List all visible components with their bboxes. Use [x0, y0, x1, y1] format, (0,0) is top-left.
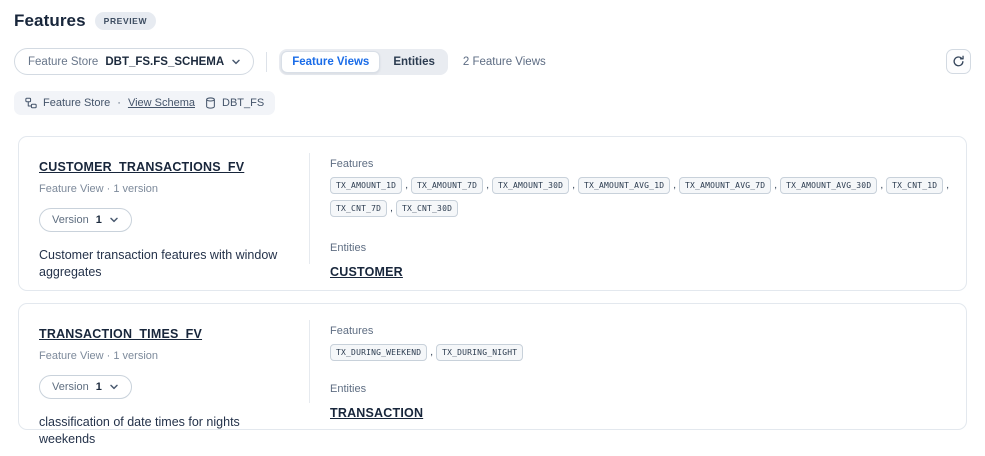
refresh-icon: [952, 55, 965, 68]
features-page: Features PREVIEW Feature Store DBT_FS.FS…: [0, 0, 985, 456]
feature-chip: TX_DURING_WEEKEND: [330, 344, 427, 361]
breadcrumb-prefix: Feature Store: [43, 97, 110, 109]
toolbar: Feature Store DBT_FS.FS_SCHEMA Feature V…: [14, 48, 971, 75]
feature-view-title-link[interactable]: CUSTOMER_TRANSACTIONS_FV: [39, 160, 244, 174]
database-icon: [205, 97, 216, 109]
entities-section-label: Entities: [330, 242, 950, 254]
comma-separator: ,: [572, 180, 575, 191]
feature-store-label: Feature Store: [28, 56, 98, 68]
features-section-label: Features: [330, 158, 950, 170]
comma-separator: ,: [430, 347, 433, 358]
feature-views-count: 2 Feature Views: [463, 56, 546, 68]
breadcrumb: Feature Store · View Schema DBT_FS: [14, 91, 275, 115]
tab-entities[interactable]: Entities: [382, 51, 446, 73]
feature-view-card: CUSTOMER_TRANSACTIONS_FV Feature View · …: [18, 136, 967, 291]
feature-chip: TX_CNT_7D: [330, 200, 387, 217]
feature-view-subtitle: Feature View · 1 version: [39, 350, 309, 362]
version-value: 1: [96, 381, 102, 393]
feature-chip: TX_CNT_30D: [396, 200, 458, 217]
toolbar-divider: [266, 52, 267, 72]
page-header: Features PREVIEW: [0, 0, 985, 31]
version-label: Version: [52, 381, 89, 393]
entity-link-list: CUSTOMER: [330, 263, 950, 281]
feature-view-subtitle: Feature View · 1 version: [39, 183, 309, 195]
feature-chip-list: TX_DURING_WEEKEND,TX_DURING_NIGHT: [330, 344, 950, 361]
feature-chip: TX_AMOUNT_1D: [330, 177, 402, 194]
chevron-down-icon: [231, 57, 241, 67]
schema-icon: [25, 97, 37, 109]
feature-view-title-link[interactable]: TRANSACTION_TIMES_FV: [39, 327, 202, 341]
card-right-column: Features TX_AMOUNT_1D,TX_AMOUNT_7D,TX_AM…: [310, 137, 966, 290]
comma-separator: ,: [880, 180, 883, 191]
comma-separator: ,: [673, 180, 676, 191]
comma-separator: ,: [390, 203, 393, 214]
view-switcher: Feature Views Entities: [279, 49, 448, 75]
feature-chip: TX_CNT_1D: [886, 177, 943, 194]
preview-badge: PREVIEW: [95, 12, 156, 30]
card-left-column: CUSTOMER_TRANSACTIONS_FV Feature View · …: [19, 137, 309, 290]
card-right-column: Features TX_DURING_WEEKEND,TX_DURING_NIG…: [310, 304, 966, 429]
feature-store-selector[interactable]: Feature Store DBT_FS.FS_SCHEMA: [14, 48, 254, 75]
feature-chip: TX_AMOUNT_AVG_7D: [679, 177, 771, 194]
comma-separator: ,: [486, 180, 489, 191]
chevron-down-icon: [109, 382, 119, 392]
refresh-button[interactable]: [946, 49, 971, 74]
comma-separator: ,: [405, 180, 408, 191]
tab-feature-views[interactable]: Feature Views: [281, 51, 380, 73]
chevron-down-icon: [109, 215, 119, 225]
feature-chip: TX_AMOUNT_30D: [492, 177, 569, 194]
comma-separator: ,: [774, 180, 777, 191]
entities-section-label: Entities: [330, 383, 950, 395]
version-label: Version: [52, 214, 89, 226]
card-left-column: TRANSACTION_TIMES_FV Feature View · 1 ve…: [19, 304, 309, 429]
feature-view-description: classification of date times for nights …: [39, 414, 289, 448]
feature-view-card: TRANSACTION_TIMES_FV Feature View · 1 ve…: [18, 303, 967, 430]
entity-link-list: TRANSACTION: [330, 404, 950, 422]
breadcrumb-database: DBT_FS: [222, 97, 264, 109]
feature-chip: TX_AMOUNT_AVG_1D: [578, 177, 670, 194]
view-schema-link[interactable]: View Schema: [128, 97, 195, 109]
breadcrumb-separator: ·: [117, 97, 121, 109]
entity-link[interactable]: CUSTOMER: [330, 265, 403, 279]
feature-chip-list: TX_AMOUNT_1D,TX_AMOUNT_7D,TX_AMOUNT_30D,…: [330, 177, 950, 217]
entity-link[interactable]: TRANSACTION: [330, 406, 423, 420]
page-title: Features: [14, 11, 86, 31]
feature-chip: TX_DURING_NIGHT: [436, 344, 523, 361]
version-dropdown[interactable]: Version 1: [39, 208, 132, 232]
version-value: 1: [96, 214, 102, 226]
feature-chip: TX_AMOUNT_AVG_30D: [780, 177, 877, 194]
version-dropdown[interactable]: Version 1: [39, 375, 132, 399]
feature-view-description: Customer transaction features with windo…: [39, 247, 289, 281]
feature-store-value: DBT_FS.FS_SCHEMA: [105, 56, 224, 68]
feature-chip: TX_AMOUNT_7D: [411, 177, 483, 194]
breadcrumb-row: Feature Store · View Schema DBT_FS: [14, 91, 971, 115]
features-section-label: Features: [330, 325, 950, 337]
comma-separator: ,: [946, 180, 949, 191]
